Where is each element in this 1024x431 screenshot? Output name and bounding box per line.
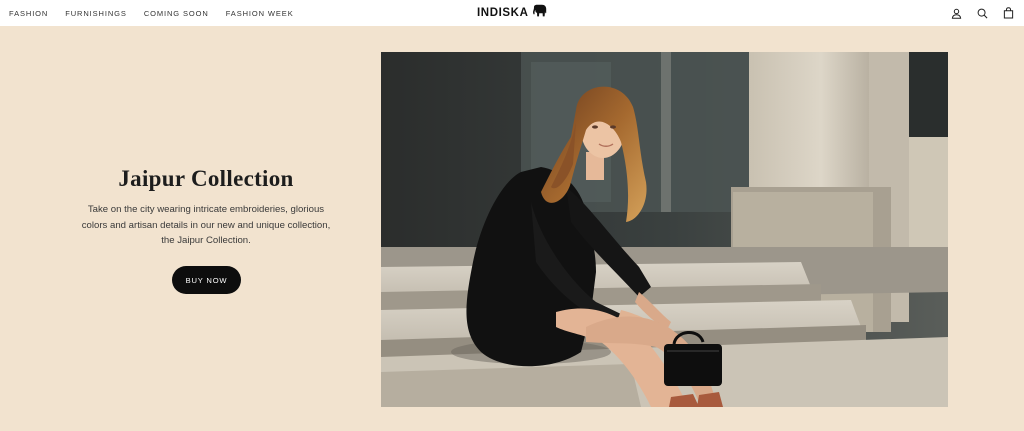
hero-description-line: Take on the city wearing intricate embro… [87,204,325,215]
nav-item-coming-soon[interactable]: COMING SOON [144,9,209,18]
nav-item-furnishings[interactable]: FURNISHINGS [65,9,127,18]
search-icon[interactable] [976,7,988,19]
hero-title: Jaipur Collection [118,166,294,191]
hero-description-line: the Jaipur Collection. [161,235,251,246]
hero-text-block: Jaipur Collection Take on the city weari… [60,162,352,249]
nav-item-fashion[interactable]: FASHION [9,9,48,18]
brand-logo[interactable]: INDISKA [477,4,547,22]
hero-description: Take on the city wearing intricate embro… [60,202,352,249]
buy-now-button[interactable]: BUY NOW [172,266,241,294]
elephant-icon [531,4,547,22]
header-actions [950,0,1014,26]
hero-image[interactable] [381,52,948,407]
main-nav: FASHION FURNISHINGS COMING SOON FASHION … [9,0,311,26]
account-icon[interactable] [950,7,962,19]
hero-description-line: colors and artisan details in our new an… [81,219,331,231]
bag-icon[interactable] [1002,7,1014,19]
hero-photo-woman-on-steps [381,52,948,407]
nav-item-fashion-week[interactable]: FASHION WEEK [226,9,294,18]
site-header: FASHION FURNISHINGS COMING SOON FASHION … [0,0,1024,26]
brand-name: INDISKA [477,7,529,19]
